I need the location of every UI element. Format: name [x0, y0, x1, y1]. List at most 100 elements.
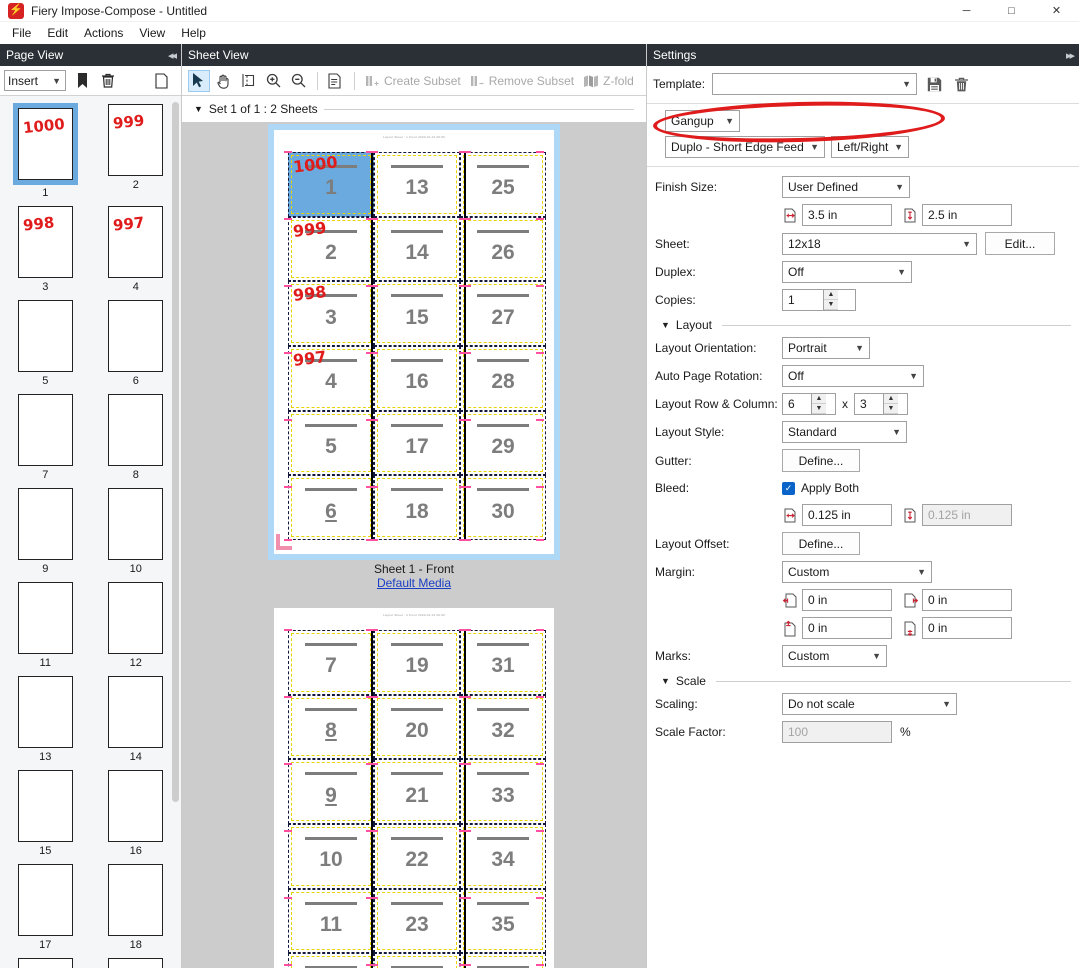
sheet-cell[interactable]: 10 — [288, 823, 374, 889]
page-thumbnail[interactable]: 12 — [91, 582, 182, 674]
menu-file[interactable]: File — [4, 24, 39, 42]
scale-section-header[interactable]: ▼ Scale — [647, 670, 1079, 690]
sheet-cell[interactable]: 23 — [374, 888, 460, 954]
bookmark-icon[interactable] — [72, 71, 92, 91]
columns-stepper-arrows[interactable]: ▲ ▼ — [883, 394, 898, 414]
sheet-cell[interactable]: 30 — [460, 475, 546, 540]
blank-page-icon[interactable] — [151, 71, 171, 91]
zoom-out-icon[interactable] — [288, 70, 310, 92]
sheet-cell[interactable]: 17 — [374, 410, 460, 476]
finish-height-field[interactable]: 2.5 in — [922, 204, 1012, 226]
layout-rows-stepper[interactable]: 6 ▲ ▼ — [782, 393, 836, 415]
save-icon[interactable] — [924, 74, 944, 94]
maximize-button[interactable]: □ — [989, 0, 1034, 22]
rows-stepper-arrows[interactable]: ▲ ▼ — [811, 394, 826, 414]
page-thumbnail[interactable]: 20 — [91, 958, 182, 968]
copies-stepper-arrows[interactable]: ▲ ▼ — [823, 290, 838, 310]
sheet-cell[interactable]: 20 — [374, 694, 460, 760]
sheet-cell[interactable]: 29 — [460, 410, 546, 476]
trash-icon[interactable] — [98, 71, 118, 91]
scaling-dropdown[interactable]: Do not scale ▼ — [782, 693, 957, 715]
page-thumbnail[interactable]: 7 — [0, 394, 91, 486]
layout-offset-define-button[interactable]: Define... — [782, 532, 860, 555]
stepper-down-icon[interactable]: ▼ — [812, 404, 826, 414]
sheet-cell[interactable]: 19 — [374, 630, 460, 695]
gangup-order-dropdown[interactable]: Left/Right ▼ — [831, 136, 909, 158]
finish-width-field[interactable]: 3.5 in — [802, 204, 892, 226]
sheet-cell[interactable]: 4 997 — [288, 345, 374, 411]
sheet-cell[interactable]: 2 999 — [288, 216, 374, 282]
sheet-edit-button[interactable]: Edit... — [985, 232, 1055, 255]
duplex-dropdown[interactable]: Off ▼ — [782, 261, 912, 283]
sheet-cell[interactable]: 6 — [288, 475, 374, 540]
minimize-button[interactable]: ─ — [944, 0, 989, 22]
collapse-left-panel-icon[interactable]: ◂◂ — [168, 49, 177, 62]
document-icon[interactable] — [325, 70, 347, 92]
sheet-cell[interactable]: 25 — [460, 152, 546, 217]
menu-edit[interactable]: Edit — [39, 24, 76, 42]
insert-dropdown[interactable]: Insert ▼ — [4, 70, 66, 91]
stepper-up-icon[interactable]: ▲ — [824, 290, 838, 300]
stepper-down-icon[interactable]: ▼ — [824, 300, 838, 310]
page-thumbnail[interactable]: 8 — [91, 394, 182, 486]
bleed-width-field[interactable]: 0.125 in — [802, 504, 892, 526]
menu-actions[interactable]: Actions — [76, 24, 131, 42]
copies-stepper[interactable]: 1 ▲ ▼ — [782, 289, 856, 311]
product-dropdown[interactable]: Gangup ▼ — [665, 110, 740, 132]
ruler-icon[interactable] — [238, 70, 260, 92]
marks-dropdown[interactable]: Custom ▼ — [782, 645, 887, 667]
hand-icon[interactable] — [213, 70, 235, 92]
page-thumbnail[interactable]: 998 3 — [0, 206, 91, 298]
trash-icon[interactable] — [951, 74, 971, 94]
sheet-cell[interactable]: 13 — [374, 152, 460, 217]
sheet-cell[interactable]: 12 — [288, 953, 374, 968]
zoom-in-icon[interactable] — [263, 70, 285, 92]
sheet-canvas[interactable]: Layout Sheet : 1 Front 2020-01-01 00:00 1… — [182, 122, 646, 968]
sheet-cell[interactable]: 34 — [460, 823, 546, 889]
sheet-cell[interactable]: 3 998 — [288, 281, 374, 346]
stepper-up-icon[interactable]: ▲ — [812, 394, 826, 404]
margin-top-field[interactable]: 0 in — [802, 617, 892, 639]
layout-columns-stepper[interactable]: 3 ▲ ▼ — [854, 393, 908, 415]
sheet-dropdown[interactable]: 12x18 ▼ — [782, 232, 977, 255]
page-thumbnail[interactable]: 15 — [0, 770, 91, 862]
margin-right-field[interactable]: 0 in — [922, 589, 1012, 611]
page-thumbnail[interactable]: 11 — [0, 582, 91, 674]
layout-orientation-dropdown[interactable]: Portrait ▼ — [782, 337, 870, 359]
sheet-cell[interactable]: 28 — [460, 345, 546, 411]
margin-dropdown[interactable]: Custom ▼ — [782, 561, 932, 583]
page-thumbnail[interactable]: 999 2 — [91, 104, 182, 204]
page-view-scrollbar[interactable] — [172, 102, 179, 802]
sheet-cell[interactable]: 11 — [288, 888, 374, 954]
page-thumbnail[interactable]: 6 — [91, 300, 182, 392]
menu-help[interactable]: Help — [173, 24, 214, 42]
sheet[interactable]: Layout Sheet : 1 Front 2020-01-01 00:00 1… — [268, 124, 560, 560]
page-thumbnail[interactable]: 1000 1 — [0, 103, 91, 204]
page-thumbnail[interactable]: 18 — [91, 864, 182, 956]
sheet-cell[interactable]: 15 — [374, 281, 460, 346]
page-thumbnail[interactable]: 16 — [91, 770, 182, 862]
page-thumbnail[interactable]: 19 — [0, 958, 91, 968]
sheet-cell[interactable]: 21 — [374, 759, 460, 824]
sheet-cell[interactable]: 26 — [460, 216, 546, 282]
margin-bottom-field[interactable]: 0 in — [922, 617, 1012, 639]
sheet-cell[interactable]: 22 — [374, 823, 460, 889]
sheet-cell[interactable]: 14 — [374, 216, 460, 282]
sheet-cell[interactable]: 16 — [374, 345, 460, 411]
sheet-cell[interactable]: 32 — [460, 694, 546, 760]
layout-style-dropdown[interactable]: Standard ▼ — [782, 421, 907, 443]
create-subset-button[interactable]: Create Subset — [362, 70, 464, 92]
sheet-cell[interactable]: 5 — [288, 410, 374, 476]
margin-left-field[interactable]: 0 in — [802, 589, 892, 611]
gangup-type-dropdown[interactable]: Duplo - Short Edge Feed ▼ — [665, 136, 825, 158]
zfold-button[interactable]: Z-fold — [580, 70, 637, 92]
sheet[interactable]: Layout Sheet : 2 Front 2020-01-01 00:00 7… — [274, 608, 554, 968]
triangle-down-icon[interactable]: ▼ — [194, 104, 203, 114]
sheet-media-link[interactable]: Default Media — [374, 576, 454, 590]
sheet-cell[interactable]: 7 — [288, 630, 374, 695]
cursor-arrow-icon[interactable] — [188, 69, 210, 92]
page-thumbnail-list[interactable]: 1000 1 999 2 998 3 997 4 5 6 7 8 9 10 11 12 13 14 15 16 17 18… — [0, 96, 181, 968]
sheet-cell[interactable]: 9 — [288, 759, 374, 824]
layout-section-header[interactable]: ▼ Layout — [647, 314, 1079, 334]
sheet-cell[interactable]: 27 — [460, 281, 546, 346]
